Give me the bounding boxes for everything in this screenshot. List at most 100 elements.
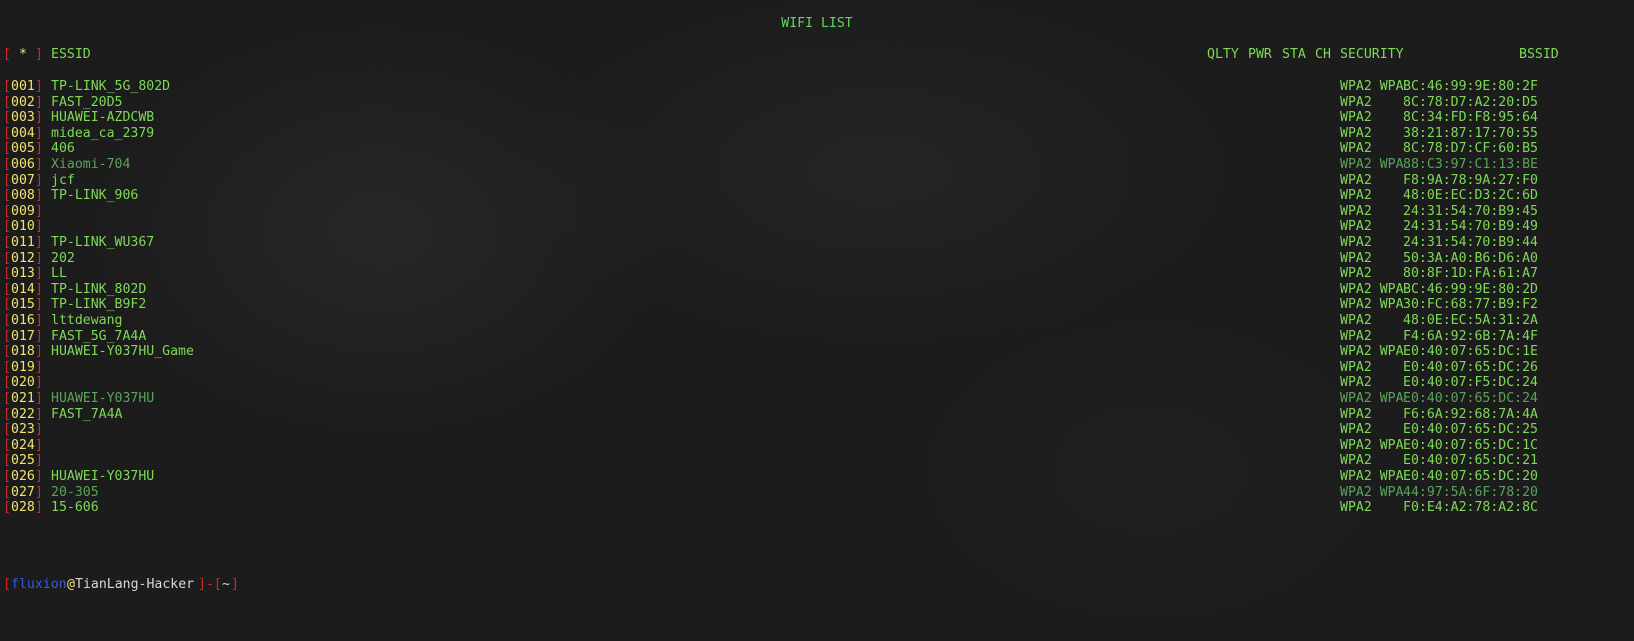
network-index: 028 [11, 500, 35, 516]
index-bracket-close: ] [35, 219, 43, 235]
header-security: SECURITY [1340, 47, 1404, 62]
prompt-user: fluxion [11, 577, 67, 592]
index-bracket-close: ] [35, 437, 43, 453]
network-index: 014 [11, 281, 35, 297]
network-bssid: F8:9A:78:9A:27:F0 [1403, 172, 1538, 188]
network-bssid: E0:40:07:65:DC:25 [1403, 422, 1538, 438]
network-security: WPA2 WPA [1340, 281, 1404, 297]
index-bracket-open: [ [3, 500, 11, 516]
network-bssid: E0:40:07:65:DC:21 [1403, 453, 1538, 469]
index-bracket-open: [ [3, 469, 11, 484]
header-pwr: PWR [1248, 47, 1272, 62]
network-index: 017 [11, 328, 35, 344]
network-bssid: BC:46:99:9E:80:2F [1403, 79, 1538, 94]
terminal-window[interactable]: WIFI LIST [ * ] ESSID QLTY PWR STA CH SE… [0, 0, 1634, 641]
network-index: 018 [11, 344, 35, 360]
network-essid: HUAWEI-Y037HU_Game [51, 344, 194, 360]
network-bssid: E0:40:07:65:DC:1E [1403, 344, 1538, 360]
network-security: WPA2 WPA [1340, 484, 1404, 500]
index-bracket-open: [ [3, 157, 11, 172]
index-bracket-open: [ [3, 344, 11, 360]
network-index: 008 [11, 188, 35, 204]
network-index: 022 [11, 406, 35, 422]
header-bracket-close: ] [35, 47, 43, 62]
network-essid: TP-LINK_5G_802D [51, 79, 171, 94]
network-bssid: E0:40:07:65:DC:26 [1403, 359, 1538, 375]
prompt-host: TianLang-Hacker [75, 577, 195, 592]
network-security: WPA2 [1340, 94, 1372, 110]
header-ch: CH [1315, 47, 1331, 62]
prompt-path: ~ [222, 577, 230, 592]
index-bracket-close: ] [35, 281, 43, 297]
index-bracket-open: [ [3, 484, 11, 500]
index-bracket-close: ] [35, 313, 43, 328]
index-bracket-open: [ [3, 188, 11, 204]
network-index: 005 [11, 141, 35, 157]
network-bssid: F0:E4:A2:78:A2:8C [1403, 500, 1538, 516]
network-essid: TP-LINK_906 [51, 188, 139, 204]
network-index: 023 [11, 422, 35, 438]
network-bssid: 88:C3:97:C1:13:BE [1403, 157, 1538, 172]
index-bracket-open: [ [3, 250, 11, 266]
network-index: 006 [11, 157, 35, 172]
network-index: 019 [11, 359, 35, 375]
shell-prompt[interactable]: [ fluxion @ TianLang-Hacker ]-[ ~ ] [0, 577, 239, 593]
network-essid: 20-305 [51, 484, 99, 500]
network-index: 001 [11, 79, 35, 94]
network-security: WPA2 [1340, 313, 1372, 328]
index-bracket-close: ] [35, 453, 43, 469]
index-bracket-close: ] [35, 266, 43, 282]
header-essid: ESSID [51, 47, 91, 62]
network-bssid: 24:31:54:70:B9:45 [1403, 203, 1538, 219]
index-bracket-open: [ [3, 235, 11, 250]
network-bssid: 24:31:54:70:B9:44 [1403, 235, 1538, 250]
header-bssid: BSSID [1519, 47, 1559, 62]
network-security: WPA2 [1340, 172, 1372, 188]
network-security: WPA2 [1340, 219, 1372, 235]
index-bracket-open: [ [3, 453, 11, 469]
network-essid: FAST_5G_7A4A [51, 328, 147, 344]
index-bracket-close: ] [35, 250, 43, 266]
network-essid: 406 [51, 141, 75, 157]
network-essid: HUAWEI-Y037HU [51, 469, 155, 484]
network-security: WPA2 WPA [1340, 79, 1404, 94]
index-bracket-open: [ [3, 313, 11, 328]
network-essid: 15-606 [51, 500, 99, 516]
network-security: WPA2 WPA [1340, 157, 1404, 172]
network-essid: lttdewang [51, 313, 123, 328]
network-essid: FAST_7A4A [51, 406, 123, 422]
index-bracket-close: ] [35, 406, 43, 422]
network-security: WPA2 [1340, 235, 1372, 250]
index-bracket-open: [ [3, 281, 11, 297]
index-bracket-open: [ [3, 391, 11, 406]
network-security: WPA2 [1340, 141, 1372, 157]
network-index: 027 [11, 484, 35, 500]
network-essid: TP-LINK_WU367 [51, 235, 155, 250]
index-bracket-open: [ [3, 437, 11, 453]
index-bracket-close: ] [35, 344, 43, 360]
index-bracket-close: ] [35, 328, 43, 344]
network-bssid: F6:6A:92:68:7A:4A [1403, 406, 1538, 422]
index-bracket-open: [ [3, 328, 11, 344]
network-index: 026 [11, 469, 35, 484]
network-bssid: 80:8F:1D:FA:61:A7 [1403, 266, 1538, 282]
network-security: WPA2 [1340, 359, 1372, 375]
network-bssid: 8C:34:FD:F8:95:64 [1403, 110, 1538, 126]
network-essid: HUAWEI-AZDCWB [51, 110, 155, 126]
network-bssid: E0:40:07:F5:DC:24 [1403, 375, 1538, 391]
index-bracket-open: [ [3, 297, 11, 313]
header-qlty: QLTY [1207, 47, 1239, 62]
index-bracket-open: [ [3, 79, 11, 94]
index-bracket-close: ] [35, 110, 43, 126]
network-security: WPA2 WPA [1340, 437, 1404, 453]
network-essid: 202 [51, 250, 75, 266]
network-bssid: 44:97:5A:6F:78:20 [1403, 484, 1538, 500]
network-bssid: 48:0E:EC:5A:31:2A [1403, 313, 1538, 328]
index-bracket-close: ] [35, 235, 43, 250]
network-security: WPA2 WPA [1340, 297, 1404, 313]
network-index: 015 [11, 297, 35, 313]
network-index: 024 [11, 437, 35, 453]
network-essid: Xiaomi-704 [51, 157, 131, 172]
network-security: WPA2 [1340, 500, 1372, 516]
index-bracket-close: ] [35, 188, 43, 204]
